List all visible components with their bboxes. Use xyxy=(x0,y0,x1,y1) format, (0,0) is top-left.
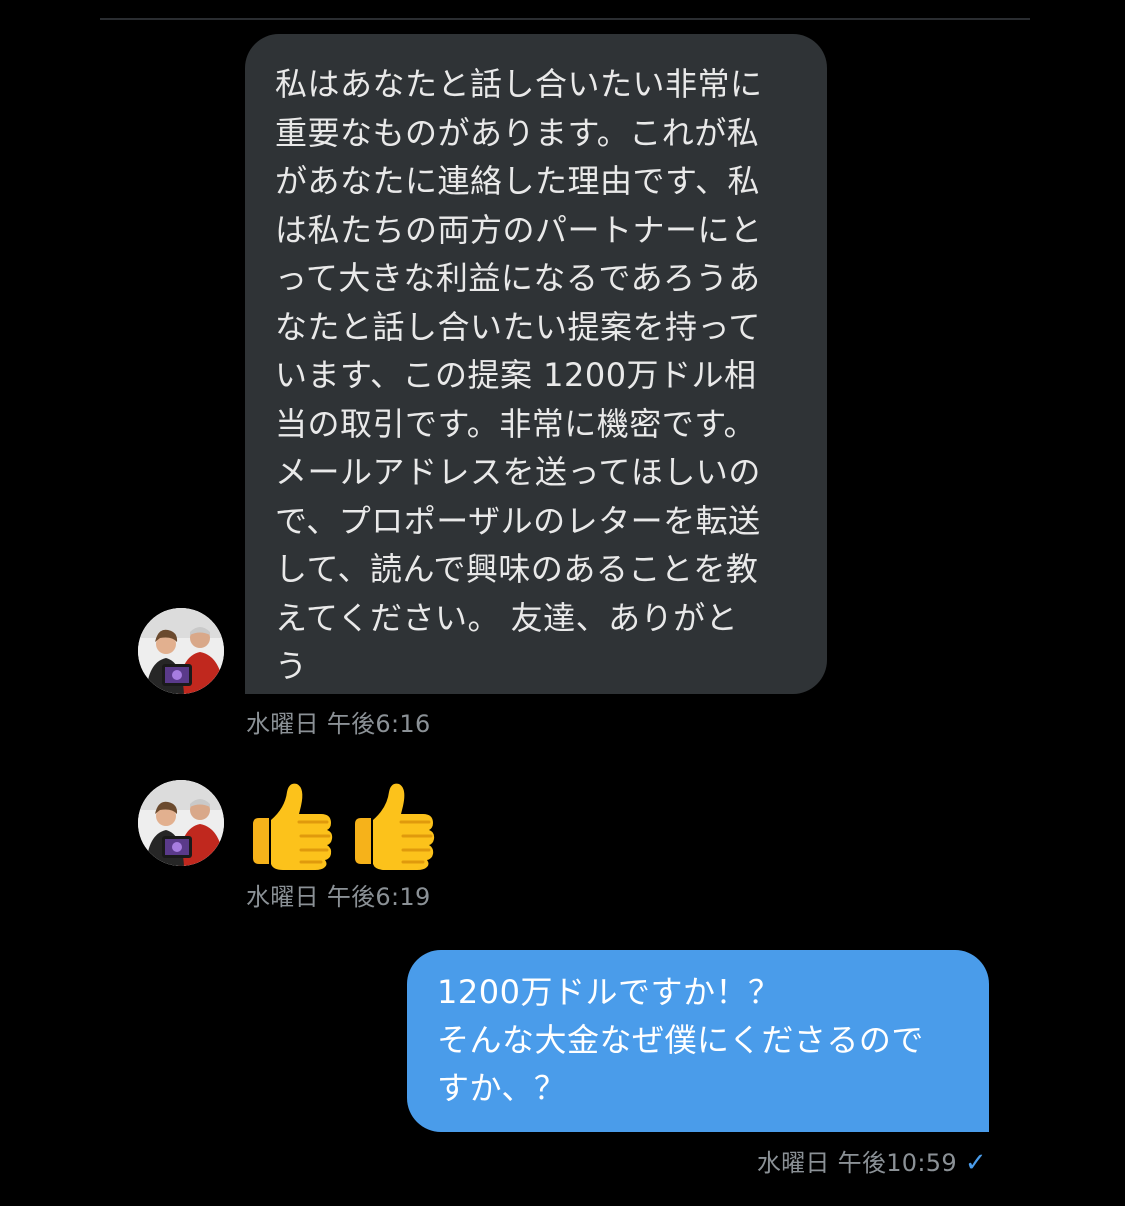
incoming-message-bubble[interactable]: 私はあなたと話し合いたい非常に 重要なものがあります。これが私 があなたに連絡し… xyxy=(245,34,827,694)
message-timestamp: 水曜日 午後6:19 xyxy=(246,883,431,911)
sender-avatar[interactable] xyxy=(138,780,224,866)
checkmark-icon: ✓ xyxy=(964,1148,987,1178)
top-divider xyxy=(100,18,1030,20)
message-timestamp-row: 水曜日 午後10:59 ✓ xyxy=(757,1143,987,1178)
message-timestamp: 水曜日 午後6:16 xyxy=(246,710,431,738)
emoji-message[interactable] xyxy=(247,778,439,870)
avatar-photo xyxy=(138,780,224,866)
thumbs-up-emoji-icon xyxy=(355,783,435,870)
thumbs-up-emoji-icon xyxy=(253,783,333,870)
outgoing-message-bubble[interactable]: 1200万ドルですか！？ そんな大金なぜ僕にくださるので すか、？ xyxy=(407,950,989,1132)
message-timestamp: 水曜日 午後10:59 xyxy=(756,1149,957,1177)
sender-avatar[interactable] xyxy=(138,608,224,694)
avatar-photo xyxy=(138,608,224,694)
